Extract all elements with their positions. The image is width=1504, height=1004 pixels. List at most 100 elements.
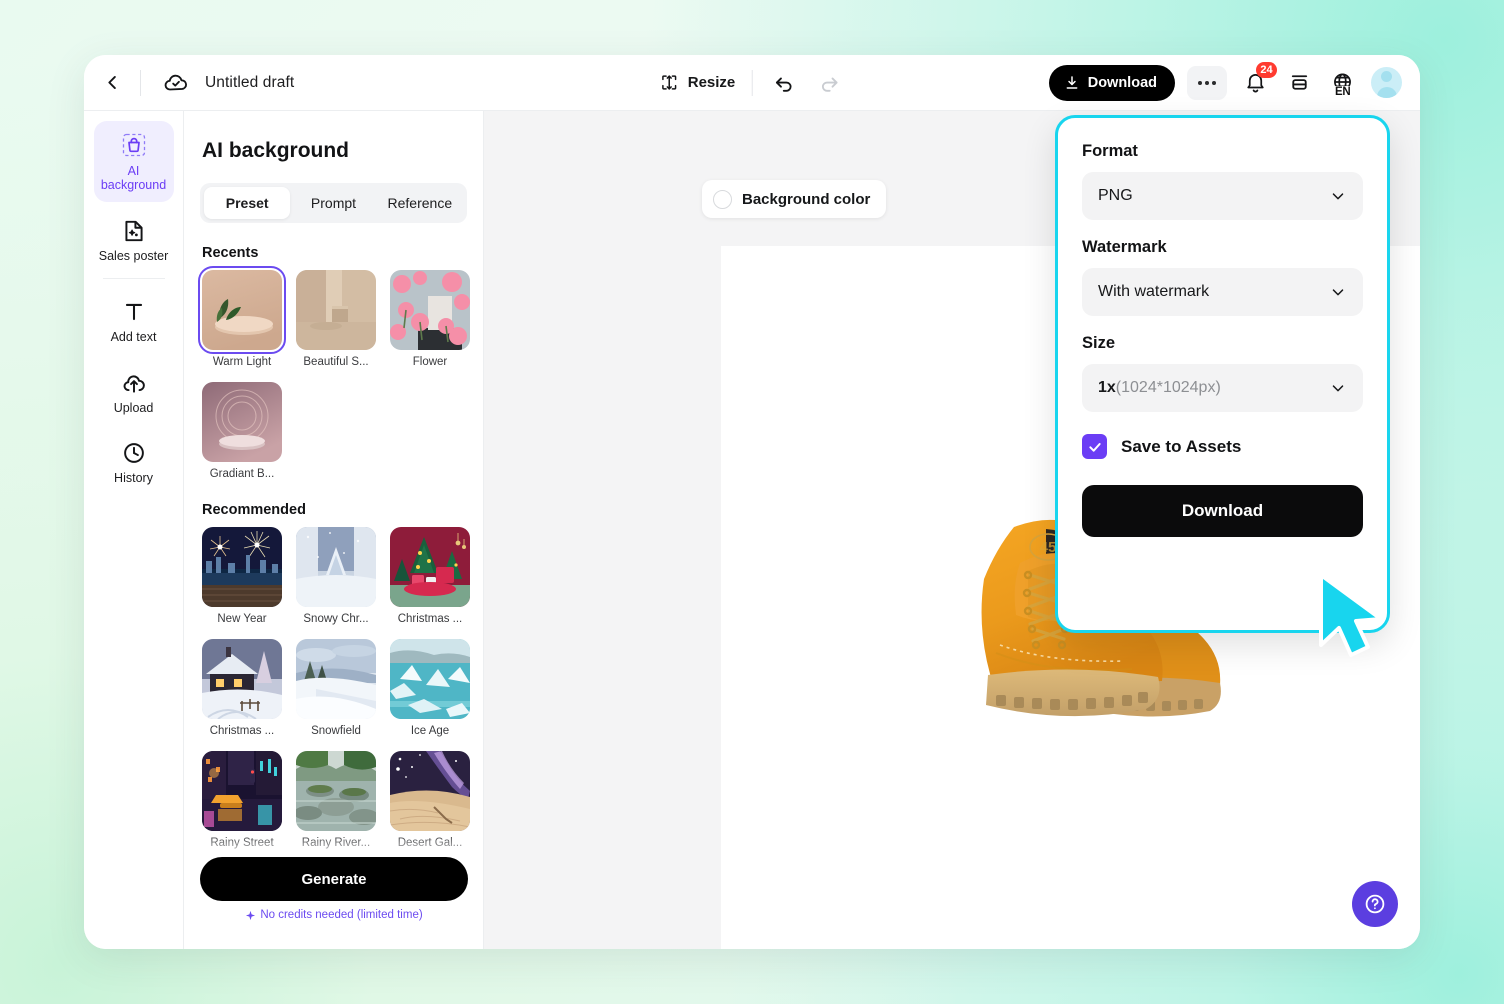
preset-label: Gradiant B... (209, 468, 275, 480)
preset-item[interactable]: Ice Age (390, 639, 470, 737)
sidebar-item-label: Add text (110, 330, 157, 345)
notification-badge: 24 (1256, 61, 1277, 78)
resize-icon (662, 75, 677, 90)
preset-label: New Year (217, 613, 267, 625)
warm-light-thumb (202, 270, 282, 350)
question-circle-icon (1365, 894, 1385, 914)
sidebar-item-label: AI background (100, 164, 167, 193)
top-toolbar: Untitled draft Resize Download 24 EN (84, 55, 1420, 111)
layers-button[interactable] (1283, 67, 1315, 99)
sidebar-item-history[interactable]: History (94, 430, 174, 494)
cloud-saved-icon[interactable] (163, 70, 189, 96)
sidebar-item-ai-background[interactable]: AI background (93, 121, 174, 202)
preset-thumbnail (202, 382, 282, 462)
layers-icon (1291, 75, 1307, 90)
preset-thumbnail (198, 266, 286, 354)
sidebar-item-sales-poster[interactable]: Sales poster (94, 208, 174, 272)
size-multiplier: 1x (1098, 379, 1116, 396)
beautiful-scene-thumb (296, 270, 376, 350)
panel-scroll-area[interactable]: Recents Warm Light Beautiful S... Flower… (184, 223, 483, 929)
preset-item[interactable]: Flower (390, 270, 470, 368)
spark-icon (246, 910, 256, 920)
undo-button[interactable] (768, 68, 798, 98)
background-color-swatch (713, 189, 732, 209)
preset-thumbnail (202, 639, 282, 719)
preset-item[interactable]: Beautiful S... (296, 270, 376, 368)
language-button[interactable]: EN (1327, 67, 1359, 99)
chevron-down-icon (1332, 289, 1344, 296)
tab-prompt[interactable]: Prompt (290, 187, 376, 219)
sidebar-item-upload[interactable]: Upload (94, 360, 174, 424)
chevron-down-icon (1332, 385, 1344, 392)
ellipsis-dot (1198, 80, 1202, 85)
sidebar-item-label: Upload (113, 400, 154, 415)
format-value: PNG (1098, 187, 1133, 204)
size-dimensions: (1024*1024px) (1115, 379, 1221, 396)
rail-divider (102, 278, 165, 280)
sidebar-item-add-text[interactable]: Add text (94, 289, 174, 353)
preset-label: Christmas ... (397, 613, 463, 625)
preset-item[interactable]: Gradiant B... (202, 382, 282, 480)
download-top-label: Download (1087, 74, 1157, 91)
preset-item[interactable]: Christmas ... (390, 527, 470, 625)
credits-note-label: No credits needed (limited time) (260, 909, 423, 921)
undo-icon (775, 77, 792, 92)
recents-grid: Warm Light Beautiful S... Flower Gradian… (198, 266, 483, 480)
download-button-top[interactable]: Download (1048, 64, 1175, 101)
center-tools: Resize (660, 68, 845, 98)
chevron-left-icon (107, 76, 116, 89)
generate-button[interactable]: Generate (200, 857, 468, 901)
christmas-gifts-thumb (390, 527, 470, 607)
more-options-button[interactable] (1187, 65, 1227, 100)
preset-item[interactable]: Warm Light (198, 266, 286, 368)
preset-thumbnail (202, 527, 282, 607)
toolbar-divider (140, 69, 141, 96)
save-to-assets-label: Save to Assets (1121, 436, 1242, 456)
preset-thumbnail (296, 751, 376, 831)
flower-thumb (390, 270, 470, 350)
preset-thumbnail (202, 751, 282, 831)
recents-section-title: Recents (202, 245, 259, 261)
preset-label: Flower (412, 356, 448, 368)
back-button[interactable] (84, 55, 140, 111)
preset-label: Warm Light (212, 356, 272, 368)
preset-item[interactable]: Snowy Chr... (296, 527, 376, 625)
save-to-assets-row[interactable]: Save to Assets (1082, 434, 1363, 459)
document-title[interactable]: Untitled draft (205, 74, 294, 92)
download-confirm-button[interactable]: Download (1082, 485, 1363, 537)
new-year-thumb (202, 527, 282, 607)
save-to-assets-checkbox[interactable] (1082, 434, 1107, 459)
preset-item[interactable]: New Year (202, 527, 282, 625)
sidebar-item-label: History (114, 470, 153, 485)
avatar[interactable] (1371, 67, 1402, 98)
redo-button[interactable] (814, 68, 844, 98)
ellipsis-dot (1205, 80, 1209, 85)
ai-background-panel: AI background Preset Prompt Reference Re… (184, 111, 484, 949)
christmas-cottage-thumb (202, 639, 282, 719)
ice-age-thumb (390, 639, 470, 719)
background-color-label: Background color (742, 190, 871, 208)
notifications-button[interactable]: 24 (1239, 61, 1277, 99)
size-select[interactable]: 1x(1024*1024px) (1082, 364, 1363, 412)
tab-preset[interactable]: Preset (204, 187, 291, 219)
ai-bag-icon (122, 133, 145, 157)
preset-item[interactable]: Snowfield (296, 639, 376, 737)
background-color-button[interactable]: Background color (702, 180, 887, 218)
watermark-select[interactable]: With watermark (1082, 268, 1363, 316)
tab-reference[interactable]: Reference (377, 187, 463, 219)
preset-thumbnail (390, 270, 470, 350)
avatar-head (1381, 70, 1392, 82)
preset-item[interactable]: Christmas ... (202, 639, 282, 737)
resize-label: Resize (687, 74, 736, 91)
check-icon (1088, 442, 1101, 452)
format-select[interactable]: PNG (1082, 172, 1363, 220)
preset-thumbnail (390, 751, 470, 831)
sidebar-item-label: Sales poster (98, 248, 169, 263)
help-button[interactable] (1352, 881, 1398, 927)
preset-thumbnail (296, 639, 376, 719)
ellipsis-dot (1212, 80, 1216, 85)
resize-button[interactable]: Resize (660, 73, 736, 92)
redo-icon (821, 77, 838, 92)
